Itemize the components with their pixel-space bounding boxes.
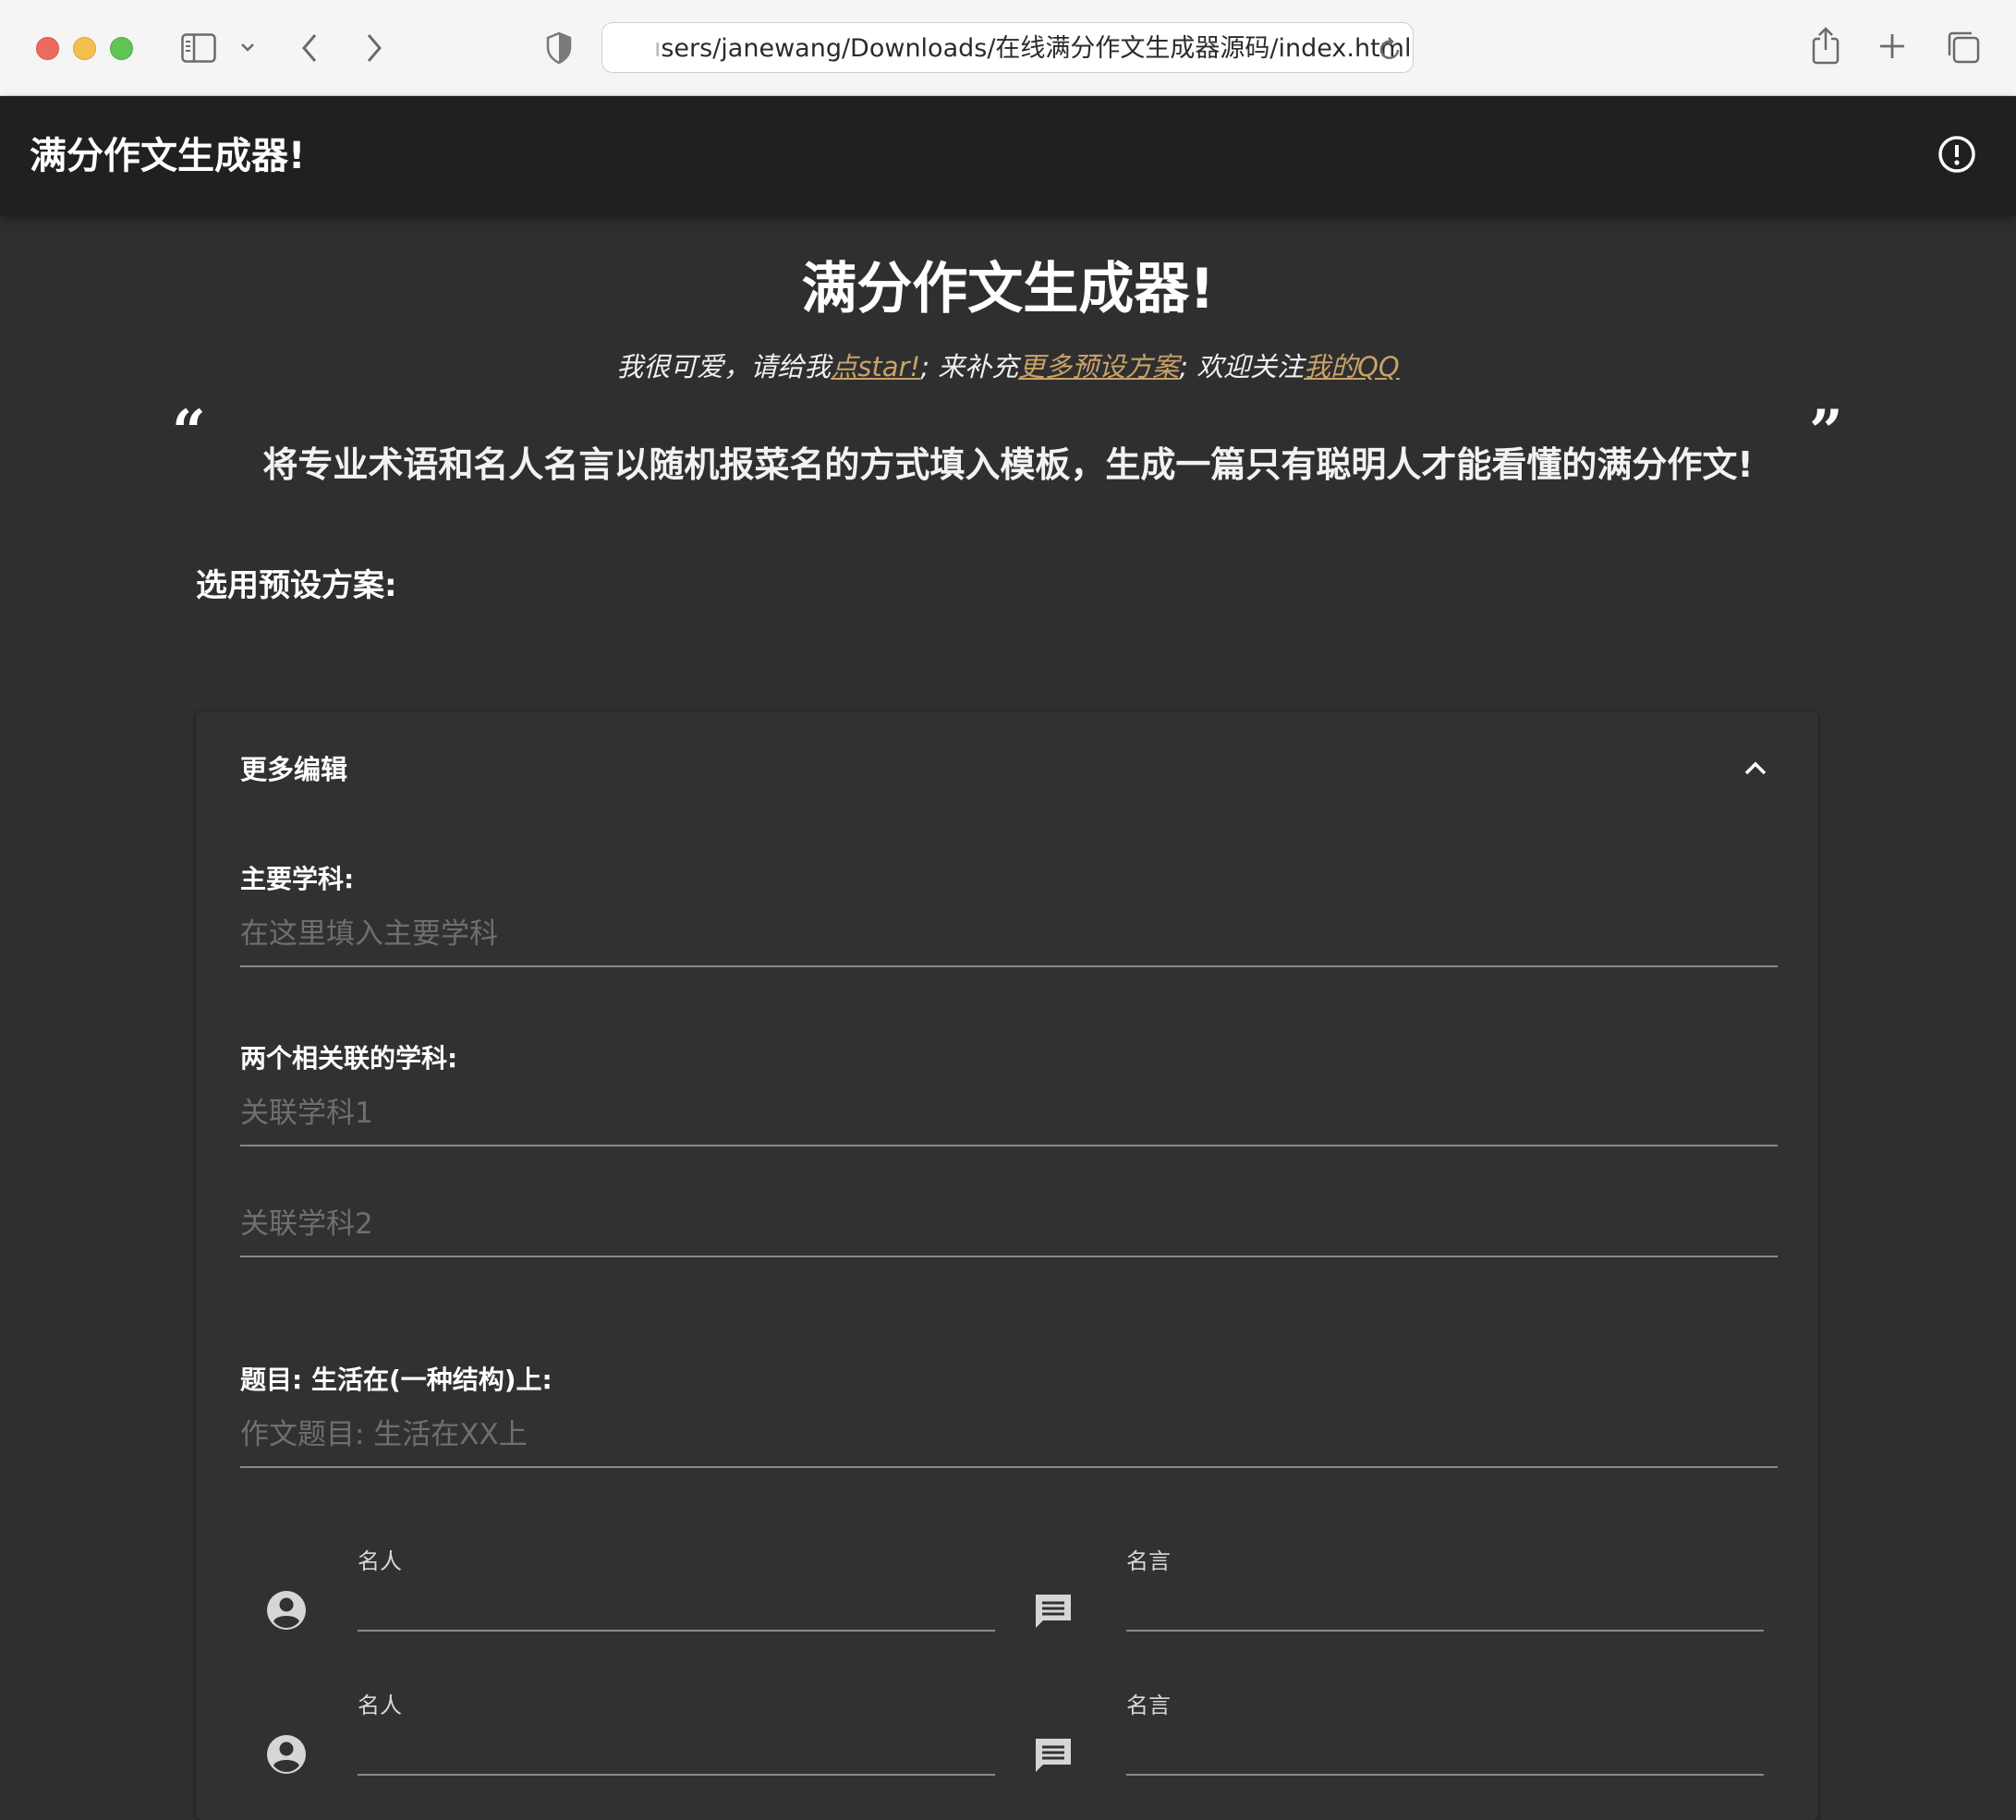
more-presets-link[interactable]: 更多预设方案 (1018, 351, 1179, 382)
quote-input[interactable] (1126, 1580, 1764, 1632)
privacy-shield-icon[interactable] (545, 31, 573, 65)
subtitle-line: 我很可爱，请给我点star!; 来补充更多预设方案; 欢迎关注我的QQ (0, 346, 2016, 384)
sidebar-toggle-icon[interactable] (181, 33, 216, 63)
topic-input[interactable] (240, 1403, 1778, 1468)
chevron-up-icon[interactable] (1739, 752, 1772, 785)
tab-overview-icon[interactable] (1946, 30, 1981, 65)
person-input[interactable] (358, 1580, 995, 1632)
topic-label: 题目: 生活在(一种结构)上: (240, 1365, 553, 1395)
app-title: 满分作文生成器! (30, 135, 306, 177)
share-icon[interactable] (1811, 26, 1840, 65)
minimize-window-button[interactable] (73, 37, 96, 60)
subtitle-text-3: ; 欢迎关注 (1179, 351, 1305, 382)
info-icon[interactable] (1937, 134, 1977, 175)
new-tab-icon[interactable] (1877, 31, 1907, 61)
description-quote: 将专业术语和名人名言以随机报菜名的方式填入模板，生成一篇只有聪明人才能看懂的满分… (262, 444, 1754, 485)
star-link[interactable]: 点star! (831, 351, 920, 382)
related-subject-2-input[interactable] (240, 1193, 1778, 1257)
more-edit-panel: 更多编辑 主要学科: 两个相关联的学科: 题目: 生活在(一种结构)上: 名人 … (196, 711, 1818, 1820)
back-icon[interactable] (299, 31, 320, 65)
person-input[interactable] (358, 1724, 995, 1776)
chevron-down-icon[interactable] (239, 41, 256, 54)
account-circle-icon (265, 1733, 308, 1776)
main-subject-input[interactable] (240, 903, 1778, 967)
page-title: 满分作文生成器! (801, 257, 1215, 322)
related-subjects-label: 两个相关联的学科: (240, 1043, 458, 1074)
url-text: וsers/janewang/Downloads/在线满分作文生成器源码/ind… (654, 34, 1412, 63)
quote-input[interactable] (1126, 1724, 1764, 1776)
panel-header[interactable]: 更多编辑 (240, 748, 347, 787)
quote-label: 名言 (1126, 1693, 1171, 1718)
reload-icon[interactable] (1378, 36, 1403, 62)
subtitle-text-2: ; 来补充 (920, 351, 1019, 382)
quote-close-mark: ” (1809, 397, 1843, 467)
message-icon (1032, 1735, 1075, 1778)
qq-link[interactable]: 我的QQ (1304, 351, 1400, 382)
browser-toolbar: וsers/janewang/Downloads/在线满分作文生成器源码/ind… (0, 0, 2016, 96)
subtitle-text-1: 我很可爱，请给我 (616, 351, 832, 382)
message-icon (1032, 1591, 1075, 1633)
zoom-window-button[interactable] (110, 37, 133, 60)
person-label: 名人 (358, 1548, 402, 1574)
account-circle-icon (265, 1589, 308, 1632)
main-content: 满分作文生成器! 我很可爱，请给我点star!; 来补充更多预设方案; 欢迎关注… (0, 216, 2016, 1820)
main-subject-label: 主要学科: (240, 864, 355, 894)
preset-label: 选用预设方案: (196, 567, 397, 604)
app-bar: 满分作文生成器! (0, 96, 2016, 216)
close-window-button[interactable] (36, 37, 59, 60)
address-bar[interactable]: וsers/janewang/Downloads/在线满分作文生成器源码/ind… (601, 22, 1414, 73)
quote-label: 名言 (1126, 1548, 1171, 1574)
forward-icon[interactable] (364, 31, 384, 65)
related-subject-1-input[interactable] (240, 1082, 1778, 1147)
person-label: 名人 (358, 1693, 402, 1718)
